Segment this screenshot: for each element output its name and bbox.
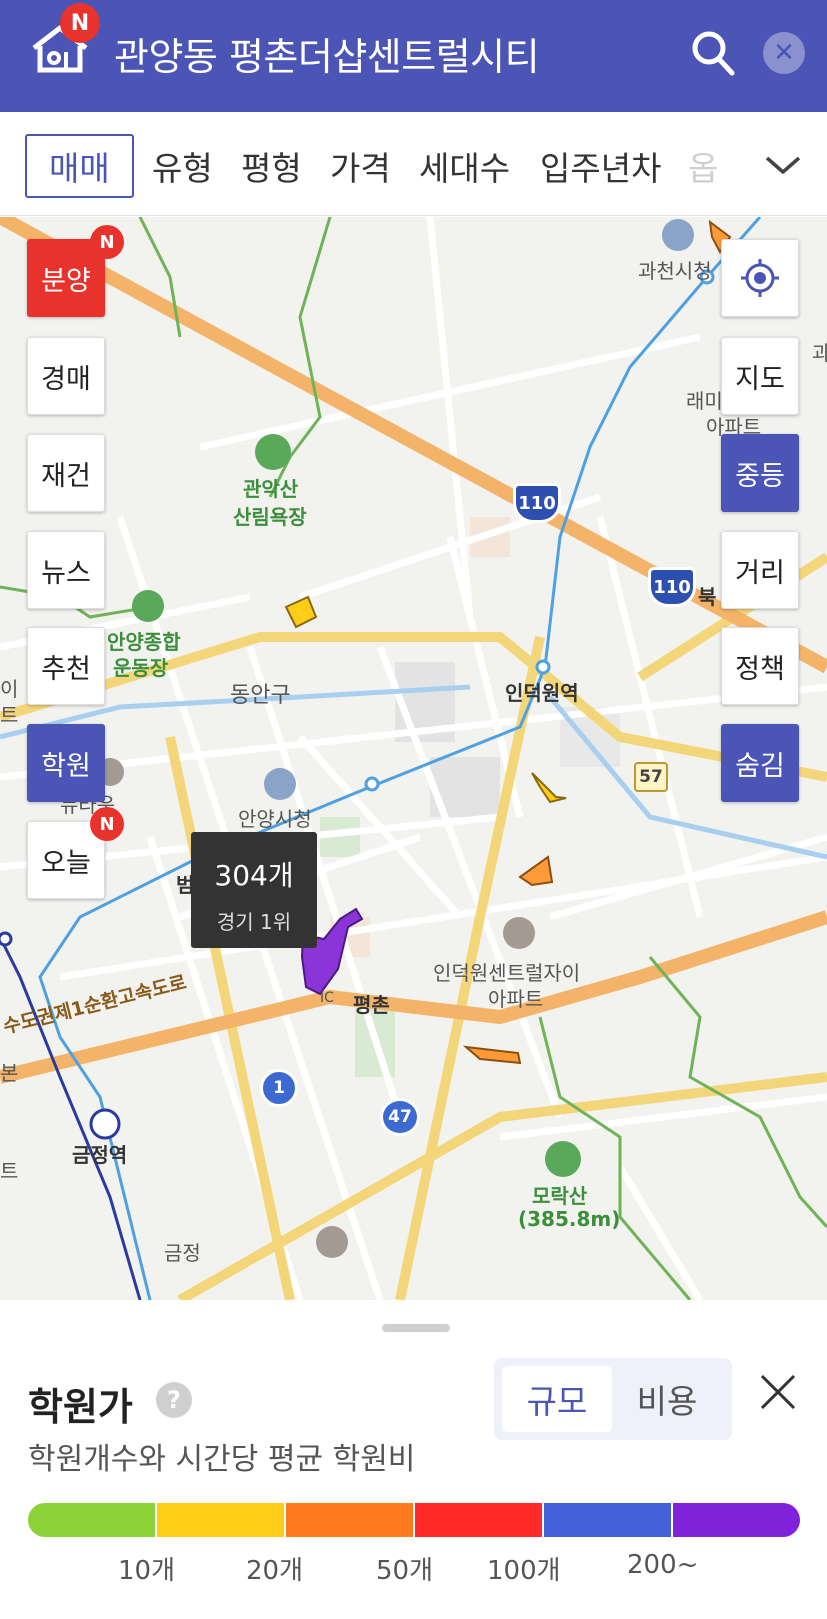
toggle-size[interactable]: 규모 bbox=[502, 1366, 612, 1432]
search-title[interactable]: 관양동 평촌더샵센트럴시티 bbox=[114, 26, 540, 81]
academy-bottom-sheet: 학원가 ? 규모 비용 학원개수와 시간당 평균 학원비 10개 20개 50개… bbox=[0, 1300, 827, 1619]
map-view[interactable]: 110 110 57 1 47 과천시청 관악산 산림욕장 안양종합 운동장 동… bbox=[0, 217, 827, 1300]
chevron-down-icon[interactable] bbox=[763, 150, 803, 180]
map-label-morak: 모락산 bbox=[532, 1184, 588, 1208]
map-label-geumjeong: 금정역 bbox=[72, 1143, 128, 1167]
route-shield-110: 110 bbox=[513, 483, 561, 523]
clear-search-icon[interactable]: ✕ bbox=[763, 32, 805, 74]
new-badge: N bbox=[60, 3, 100, 43]
news-button[interactable]: 뉴스 bbox=[27, 531, 105, 609]
new-badge: N bbox=[90, 225, 124, 259]
help-icon[interactable]: ? bbox=[156, 1382, 192, 1418]
map-label-gwanak: 관악산 bbox=[243, 477, 299, 501]
search-icon[interactable] bbox=[690, 28, 736, 78]
map-label-gwanak-forest: 산림욕장 bbox=[233, 505, 307, 529]
filter-size[interactable]: 평형 bbox=[241, 134, 302, 198]
legend-label: 10개 bbox=[118, 1556, 176, 1586]
redevelopment-button[interactable]: 재건 bbox=[27, 434, 105, 512]
map-label-raemi: 래미 bbox=[686, 389, 723, 413]
legend-swatch bbox=[673, 1503, 800, 1537]
sheet-description: 학원개수와 시간당 평균 학원비 bbox=[28, 1442, 416, 1477]
route-shield-57: 57 bbox=[634, 762, 668, 792]
academy-rank: 경기 1위 bbox=[216, 910, 292, 934]
filter-price[interactable]: 가격 bbox=[330, 134, 391, 198]
map-label-morak-height: (385.8m) bbox=[518, 1207, 621, 1231]
academy-count: 304개 bbox=[214, 859, 294, 892]
hide-button[interactable]: 숨김 bbox=[721, 724, 799, 802]
map-label-left-cut4: 트 bbox=[0, 1159, 19, 1183]
legend-swatch bbox=[157, 1503, 286, 1537]
sheet-title: 학원가 bbox=[28, 1385, 133, 1429]
recommend-button[interactable]: 추천 bbox=[27, 627, 105, 705]
map-label-sports-field: 운동장 bbox=[113, 656, 169, 680]
location-target-icon bbox=[741, 259, 779, 297]
map-label-left-cut2: 트 bbox=[0, 703, 19, 727]
new-badge: N bbox=[90, 807, 124, 841]
map-type-button[interactable]: 지도 bbox=[721, 337, 799, 415]
legend-swatch bbox=[286, 1503, 415, 1537]
auction-button[interactable]: 경매 bbox=[27, 337, 105, 415]
legend-swatch bbox=[28, 1503, 157, 1537]
close-icon[interactable] bbox=[758, 1372, 798, 1412]
legend-bar bbox=[28, 1503, 800, 1537]
map-label-anyang-hall: 안양시청 bbox=[238, 807, 312, 831]
map-label-left-cut: 이 bbox=[0, 677, 19, 701]
map-label-dongan: 동안구 bbox=[230, 683, 291, 708]
filter-bar: 매매 유형 평형 가격 세대수 입주년차 옵 bbox=[0, 112, 827, 216]
map-label-gwacheon: 과천시청 bbox=[638, 259, 712, 283]
legend-label: 50개 bbox=[376, 1556, 434, 1586]
route-shield-1: 1 bbox=[260, 1069, 298, 1107]
map-label-left-cut3: 본 bbox=[0, 1061, 19, 1085]
legend-swatch bbox=[415, 1503, 544, 1537]
school-level-button[interactable]: 중등 bbox=[721, 434, 799, 512]
filter-type[interactable]: 유형 bbox=[152, 134, 213, 198]
map-label-central-xi: 인덕원센트럴자이 bbox=[433, 961, 581, 985]
map-label-right-cut: 과 bbox=[812, 341, 827, 365]
distance-button[interactable]: 거리 bbox=[721, 531, 799, 609]
my-location-button[interactable] bbox=[721, 239, 799, 317]
map-label-geumjeong-ic: 금정 bbox=[164, 1241, 201, 1265]
legend-label: 100개 bbox=[487, 1556, 561, 1586]
map-label-sports-complex: 안양종합 bbox=[107, 630, 181, 654]
legend-label: 200~ bbox=[627, 1550, 699, 1580]
policy-button[interactable]: 정책 bbox=[721, 627, 799, 705]
academy-button[interactable]: 학원 bbox=[27, 724, 105, 802]
map-label-pyeongchon: 평촌 bbox=[353, 993, 390, 1017]
sheet-drag-handle[interactable] bbox=[382, 1324, 450, 1332]
filter-trade[interactable]: 매매 bbox=[25, 134, 134, 198]
toggle-cost[interactable]: 비용 bbox=[612, 1366, 722, 1432]
app-header: N 관양동 평촌더샵센트럴시티 ✕ bbox=[0, 0, 827, 112]
legend-swatch bbox=[544, 1503, 673, 1537]
route-shield-110: 110 bbox=[648, 567, 696, 607]
route-shield-47: 47 bbox=[380, 1098, 420, 1136]
academy-tooltip[interactable]: 304개 경기 1위 bbox=[191, 832, 317, 948]
map-canvas[interactable] bbox=[0, 217, 827, 1300]
filter-households[interactable]: 세대수 bbox=[419, 134, 510, 198]
map-label-central-xi-apt: 아파트 bbox=[488, 987, 544, 1011]
legend-label: 20개 bbox=[246, 1556, 304, 1586]
map-label-buk: 북 bbox=[698, 585, 717, 609]
map-label-indeogwon: 인덕원역 bbox=[505, 681, 579, 705]
filter-age[interactable]: 입주년차 bbox=[540, 134, 661, 198]
map-label-ic: IC bbox=[320, 990, 334, 1006]
metric-toggle: 규모 비용 bbox=[494, 1358, 732, 1440]
filter-option[interactable]: 옵 bbox=[688, 134, 718, 198]
